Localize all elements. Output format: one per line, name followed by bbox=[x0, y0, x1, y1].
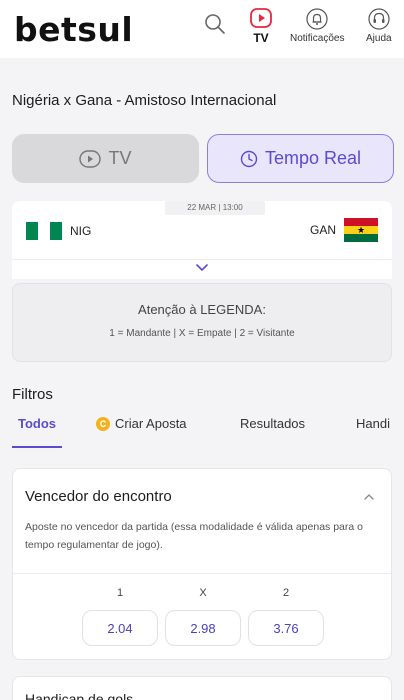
filter-tabs: Todos C Criar Aposta Resultados Handi bbox=[0, 416, 404, 450]
tab-handicap[interactable]: Handi bbox=[356, 416, 390, 431]
tab-resultados-label: Resultados bbox=[240, 416, 306, 431]
next-market-title: Handicap de gols bbox=[25, 691, 134, 700]
match-title: Nigéria x Gana - Amistoso Internacional bbox=[12, 92, 277, 109]
headset-icon bbox=[368, 8, 390, 30]
realtime-mode-label: Tempo Real bbox=[264, 148, 362, 168]
tab-handicap-label: Handi bbox=[356, 416, 390, 431]
ghana-flag-icon: ★ bbox=[344, 218, 378, 242]
next-market-card[interactable]: Handicap de gols bbox=[12, 676, 392, 700]
tab-todos-label: Todos bbox=[18, 416, 57, 431]
tv-nav-button[interactable]: TV bbox=[250, 8, 272, 45]
odd-option-away: 2 3.76 bbox=[248, 587, 324, 646]
odd-button-home[interactable]: 2.04 bbox=[82, 610, 158, 646]
help-label: Ajuda bbox=[366, 33, 392, 44]
market-title: Vencedor do encontro bbox=[25, 488, 172, 505]
odd-option-home: 1 2.04 bbox=[82, 587, 158, 646]
away-team-name: GAN bbox=[309, 223, 336, 237]
divider bbox=[13, 573, 391, 574]
home-team-name: NIG bbox=[70, 224, 92, 238]
legend-text: 1 = Mandante | X = Empate | 2 = Visitant… bbox=[109, 328, 295, 339]
notifications-button[interactable]: Notificações bbox=[290, 8, 344, 44]
play-icon bbox=[79, 149, 102, 168]
nigeria-flag-icon bbox=[26, 222, 62, 240]
odd-option-draw: X 2.98 bbox=[165, 587, 241, 646]
scoreboard-card: 22 MAR | 13:00 NIG GAN ★ bbox=[12, 201, 392, 279]
tv-play-icon bbox=[250, 8, 272, 28]
search-icon[interactable] bbox=[203, 12, 227, 36]
divider bbox=[12, 259, 392, 260]
chevron-down-icon[interactable] bbox=[195, 263, 209, 273]
away-team: GAN ★ bbox=[310, 218, 378, 242]
chevron-up-icon[interactable] bbox=[363, 493, 375, 501]
tab-resultados[interactable]: Resultados bbox=[240, 416, 305, 431]
tv-nav-label: TV bbox=[253, 31, 269, 45]
legend-title: Atenção à LEGENDA: bbox=[138, 302, 266, 317]
bell-icon bbox=[306, 8, 328, 30]
notifications-label: Notificações bbox=[290, 33, 345, 44]
odd-label: X bbox=[199, 587, 207, 599]
match-date: 22 MAR | 13:00 bbox=[165, 201, 265, 215]
tab-criar-aposta[interactable]: C Criar Aposta bbox=[96, 416, 187, 431]
active-tab-indicator bbox=[12, 446, 62, 448]
market-card: Vencedor do encontro Aposte no vencedor … bbox=[12, 468, 392, 660]
market-description: Aposte no vencedor da partida (essa moda… bbox=[25, 521, 363, 551]
app-header: betsul TV Notificações Ajuda bbox=[0, 0, 404, 58]
coin-icon: C bbox=[96, 416, 110, 431]
clock-icon bbox=[240, 150, 258, 167]
odd-label: 1 bbox=[116, 587, 124, 599]
betsul-logo[interactable]: betsul bbox=[14, 10, 133, 49]
filters-label: Filtros bbox=[12, 386, 53, 403]
tab-todos[interactable]: Todos bbox=[18, 416, 56, 431]
odd-button-away[interactable]: 3.76 bbox=[248, 610, 324, 646]
legend-box: Atenção à LEGENDA: 1 = Mandante | X = Em… bbox=[12, 283, 392, 362]
help-button[interactable]: Ajuda bbox=[366, 8, 392, 44]
odd-label: 2 bbox=[282, 587, 290, 599]
tv-mode-button[interactable]: TV bbox=[12, 134, 199, 183]
tab-criar-aposta-label: Criar Aposta bbox=[115, 416, 187, 431]
realtime-mode-button[interactable]: Tempo Real bbox=[207, 134, 394, 183]
tv-mode-label: TV bbox=[108, 148, 132, 168]
home-team: NIG bbox=[26, 222, 91, 240]
odd-button-draw[interactable]: 2.98 bbox=[165, 610, 241, 646]
